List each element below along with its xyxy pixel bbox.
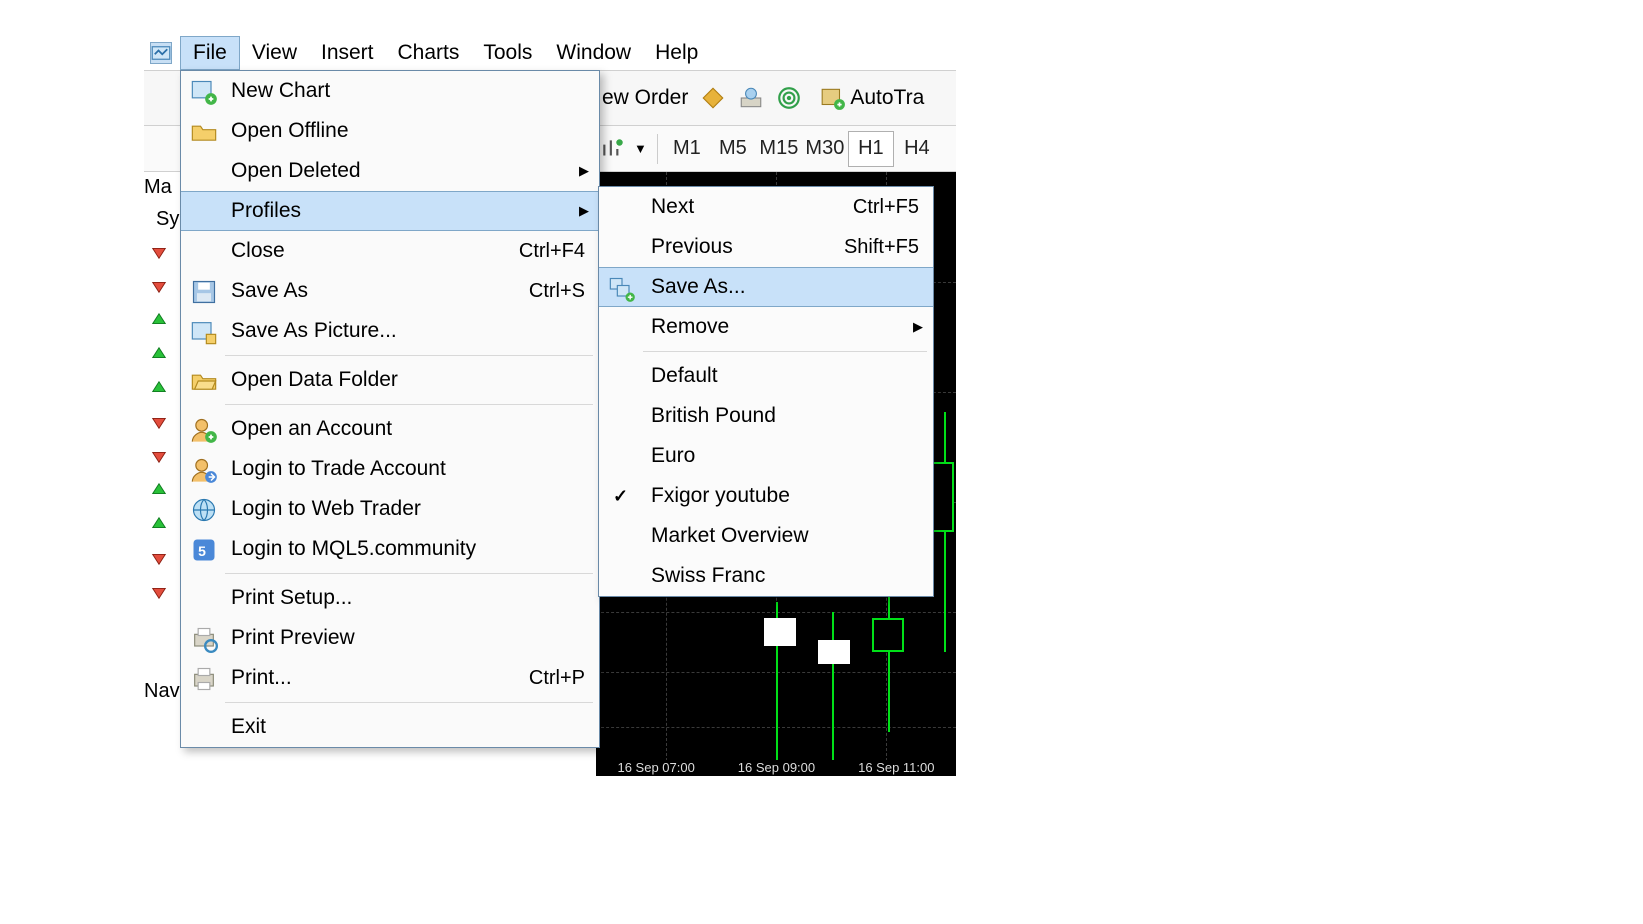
profiles-british-pound[interactable]: British Pound bbox=[599, 396, 933, 436]
globe-icon bbox=[187, 493, 221, 527]
price-direction-arrow bbox=[148, 275, 170, 297]
price-direction-arrow bbox=[148, 581, 170, 603]
file-menu-dropdown: New Chart Open Offline Open Deleted ▶ Pr… bbox=[180, 70, 600, 748]
folder-icon bbox=[187, 115, 221, 149]
timeframe-m1[interactable]: M1 bbox=[664, 131, 710, 167]
file-login-web[interactable]: Login to Web Trader bbox=[181, 489, 599, 529]
file-print-setup[interactable]: Print Setup... bbox=[181, 578, 599, 618]
new-order-button[interactable]: ew Order bbox=[596, 78, 694, 118]
timeframe-h4[interactable]: H4 bbox=[894, 131, 940, 167]
candle-wick bbox=[888, 592, 890, 732]
price-direction-arrow bbox=[148, 513, 170, 535]
file-open-account[interactable]: Open an Account bbox=[181, 409, 599, 449]
profile-save-icon bbox=[605, 272, 639, 306]
profiles-previous[interactable]: Previous Shift+F5 bbox=[599, 227, 933, 267]
toolbar-icon-market[interactable] bbox=[732, 78, 770, 118]
submenu-arrow-icon: ▶ bbox=[579, 163, 589, 179]
market-watch-arrows bbox=[148, 241, 174, 615]
user-login-icon bbox=[187, 453, 221, 487]
profiles-swiss-franc[interactable]: Swiss Franc bbox=[599, 556, 933, 596]
timeframe-m15[interactable]: M15 bbox=[756, 131, 802, 167]
check-icon: ✓ bbox=[613, 486, 628, 507]
profiles-save-as[interactable]: Save As... bbox=[599, 267, 933, 307]
price-direction-arrow bbox=[148, 411, 170, 433]
candle-body-white bbox=[764, 618, 796, 646]
market-watch-header[interactable]: Ma bbox=[144, 176, 172, 199]
chart-style-dropdown[interactable]: ▼ bbox=[596, 129, 651, 169]
svg-text:5: 5 bbox=[198, 543, 206, 559]
profiles-next[interactable]: Next Ctrl+F5 bbox=[599, 187, 933, 227]
picture-icon bbox=[187, 315, 221, 349]
price-direction-arrow bbox=[148, 479, 170, 501]
plus-chart-icon bbox=[187, 75, 221, 109]
timeframe-m5[interactable]: M5 bbox=[710, 131, 756, 167]
candle-wick bbox=[944, 412, 946, 652]
file-save-as[interactable]: Save As Ctrl+S bbox=[181, 271, 599, 311]
file-login-trade[interactable]: Login to Trade Account bbox=[181, 449, 599, 489]
folder-open-icon bbox=[187, 364, 221, 398]
user-plus-icon bbox=[187, 413, 221, 447]
profiles-remove[interactable]: Remove ▶ bbox=[599, 307, 933, 347]
file-open-data-folder[interactable]: Open Data Folder bbox=[181, 360, 599, 400]
floppy-icon bbox=[187, 275, 221, 309]
submenu-arrow-icon: ▶ bbox=[579, 203, 589, 219]
price-direction-arrow bbox=[148, 445, 170, 467]
printer-icon bbox=[187, 662, 221, 696]
file-login-mql5[interactable]: 5 Login to MQL5.community bbox=[181, 529, 599, 569]
menu-help[interactable]: Help bbox=[643, 36, 710, 70]
timeframe-m30[interactable]: M30 bbox=[802, 131, 848, 167]
screenshot-stage: + File View Insert Charts Tools Window H… bbox=[0, 0, 1643, 924]
price-direction-arrow bbox=[148, 309, 170, 331]
print-preview-icon bbox=[187, 622, 221, 656]
profiles-fxigor[interactable]: ✓ Fxigor youtube bbox=[599, 476, 933, 516]
file-exit[interactable]: Exit bbox=[181, 707, 599, 747]
profiles-default[interactable]: Default bbox=[599, 356, 933, 396]
chart-x-axis: 16 Sep 07:00 16 Sep 09:00 16 Sep 11:00 bbox=[596, 760, 956, 776]
candle-wick bbox=[832, 612, 834, 772]
file-open-deleted[interactable]: Open Deleted ▶ bbox=[181, 151, 599, 191]
menu-charts[interactable]: Charts bbox=[386, 36, 472, 70]
app-icon bbox=[150, 42, 172, 64]
price-direction-arrow bbox=[148, 547, 170, 569]
submenu-arrow-icon: ▶ bbox=[913, 319, 923, 335]
file-save-as-picture[interactable]: Save As Picture... bbox=[181, 311, 599, 351]
menu-view[interactable]: View bbox=[240, 36, 309, 70]
toolbar-icon-signals[interactable] bbox=[770, 78, 808, 118]
mql5-icon: 5 bbox=[187, 533, 221, 567]
profiles-euro[interactable]: Euro bbox=[599, 436, 933, 476]
profiles-market-overview[interactable]: Market Overview bbox=[599, 516, 933, 556]
app-window: + File View Insert Charts Tools Window H… bbox=[144, 36, 956, 776]
file-open-offline[interactable]: Open Offline bbox=[181, 111, 599, 151]
price-direction-arrow bbox=[148, 377, 170, 399]
file-profiles[interactable]: Profiles ▶ bbox=[181, 191, 599, 231]
menu-file-label: File bbox=[193, 41, 227, 65]
symbol-cell[interactable]: Sy bbox=[156, 208, 179, 231]
price-direction-arrow bbox=[148, 343, 170, 365]
toolbar-icon-gold[interactable] bbox=[694, 78, 732, 118]
profiles-submenu: Next Ctrl+F5 Previous Shift+F5 Save As..… bbox=[598, 186, 934, 597]
file-print-preview[interactable]: Print Preview bbox=[181, 618, 599, 658]
timeframe-h1[interactable]: H1 bbox=[848, 131, 894, 167]
menubar: File View Insert Charts Tools Window Hel… bbox=[144, 36, 956, 70]
candle-body bbox=[872, 618, 904, 652]
menu-insert[interactable]: Insert bbox=[309, 36, 386, 70]
price-direction-arrow bbox=[148, 241, 170, 263]
candle-body-white bbox=[818, 640, 850, 664]
file-new-chart[interactable]: New Chart bbox=[181, 71, 599, 111]
file-close[interactable]: Close Ctrl+F4 bbox=[181, 231, 599, 271]
menu-tools[interactable]: Tools bbox=[471, 36, 544, 70]
navigator-header[interactable]: Nav bbox=[144, 680, 180, 703]
file-print[interactable]: Print... Ctrl+P bbox=[181, 658, 599, 698]
autotrade-button[interactable]: AutoTra bbox=[814, 78, 930, 118]
menu-window[interactable]: Window bbox=[544, 36, 643, 70]
menu-file[interactable]: File bbox=[180, 36, 240, 70]
